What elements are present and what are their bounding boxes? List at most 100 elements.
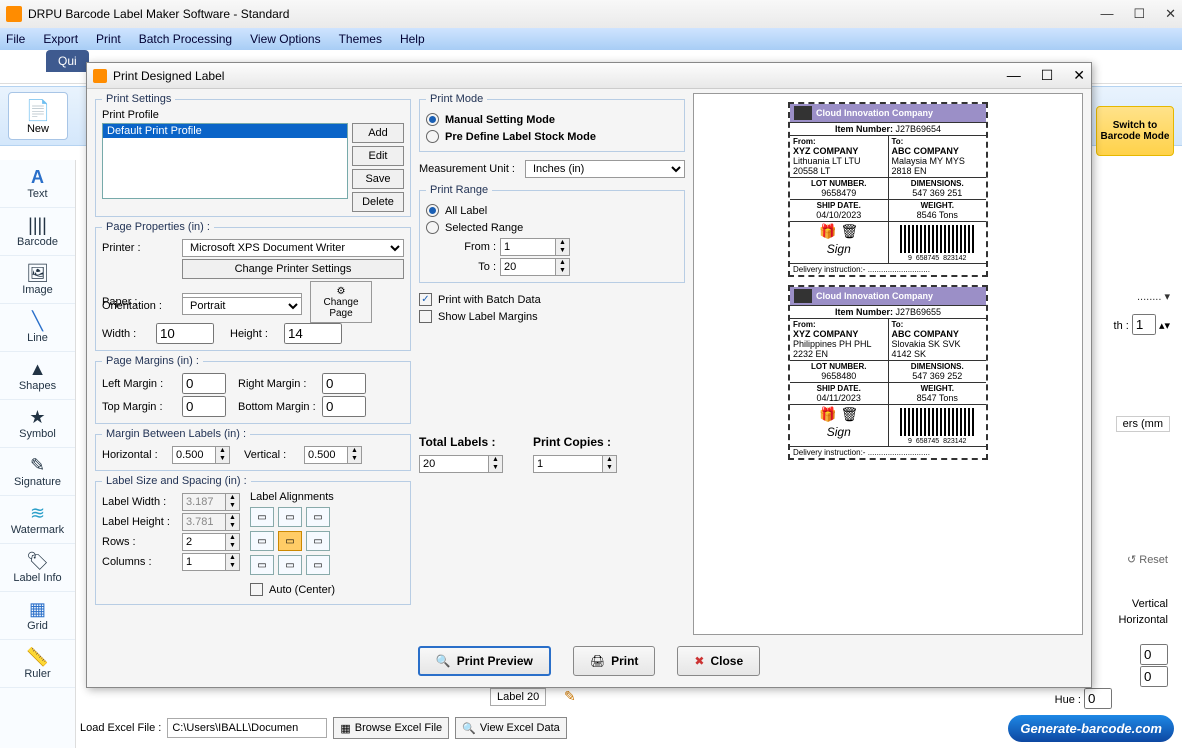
label-size-group: Label Size and Spacing (in) : Label Widt… [95,475,411,605]
menu-export[interactable]: Export [43,32,78,46]
print-button[interactable]: 🖨Print [573,646,656,676]
menu-themes[interactable]: Themes [339,32,382,46]
excel-path-field[interactable] [167,718,327,738]
align-br[interactable]: ▭ [306,555,330,575]
selected-range-radio[interactable]: Selected Range [426,221,678,234]
bottom-margin-label: Bottom Margin : [238,401,318,413]
print-preview-button[interactable]: 🔍Print Preview [418,646,551,676]
align-mr[interactable]: ▭ [306,531,330,551]
menu-file[interactable]: File [6,32,25,46]
align-mc[interactable]: ▭ [278,531,302,551]
close-x-icon: ✖ [694,654,704,668]
delete-button[interactable]: Delete [352,192,404,212]
label20-chip[interactable]: Label 20 [490,688,546,706]
rows-spinner[interactable]: ▲▼ [182,533,240,551]
tool-barcode[interactable]: ||||Barcode [0,208,75,256]
right-margin-label: Right Margin : [238,378,318,390]
label-height-spinner[interactable]: ▲▼ [182,513,240,531]
predefine-mode-radio[interactable]: Pre Define Label Stock Mode [426,130,678,143]
vert-spinner[interactable]: ▲▼ [304,446,362,464]
tool-image[interactable]: 🖼Image [0,256,75,304]
printer-icon: 🖨 [590,654,605,668]
print-batch-checkbox[interactable]: ✓Print with Batch Data [419,293,685,306]
tool-signature[interactable]: ✎Signature [0,448,75,496]
print-mode-legend: Print Mode [426,93,487,105]
bg-mm[interactable]: ers (mm [1116,416,1170,432]
print-copies-spinner[interactable]: ▲▼ [533,455,617,473]
from-spinner[interactable]: ▲▼ [500,238,570,256]
horiz-spinner[interactable]: ▲▼ [172,446,230,464]
orientation-select[interactable]: Portrait [182,297,302,315]
show-margins-checkbox[interactable]: Show Label Margins [419,310,685,323]
align-bl[interactable]: ▭ [250,555,274,575]
save-button[interactable]: Save [352,169,404,189]
maximize-icon[interactable]: ☐ [1133,6,1145,22]
magnify-icon: 🔍 [436,654,451,668]
edit-pencil-icon[interactable]: ✎ [564,688,576,705]
cols-spinner[interactable]: ▲▼ [182,553,240,571]
profile-listbox[interactable]: Default Print Profile [102,123,348,199]
tool-text[interactable]: AText [0,160,75,208]
tool-line[interactable]: ╲Line [0,304,75,352]
tool-symbol[interactable]: ★Symbol [0,400,75,448]
tool-shapes[interactable]: ▲Shapes [0,352,75,400]
profile-item[interactable]: Default Print Profile [103,124,347,138]
align-tc[interactable]: ▭ [278,507,302,527]
right-margin-field[interactable] [322,373,366,394]
view-excel-button[interactable]: 🔍View Excel Data [455,717,567,739]
quick-tab[interactable]: Qui [46,50,89,72]
manual-mode-radio[interactable]: Manual Setting Mode [426,113,678,126]
top-margin-field[interactable] [182,396,226,417]
tool-ruler[interactable]: 📏Ruler [0,640,75,688]
menu-help[interactable]: Help [400,32,425,46]
align-tr[interactable]: ▭ [306,507,330,527]
height-field[interactable] [284,323,342,344]
all-label-radio[interactable]: All Label [426,204,678,217]
total-labels-spinner[interactable]: ▲▼ [419,455,503,473]
shapes-icon: ▲ [29,359,47,380]
dialog-minimize-icon[interactable]: — [1007,67,1021,84]
align-ml[interactable]: ▭ [250,531,274,551]
margin-between-group: Margin Between Labels (in) : Horizontal … [95,428,411,471]
tool-grid[interactable]: ▦Grid [0,592,75,640]
page-props-group: Page Properties (in) : Printer :Microsof… [95,221,411,351]
menu-print[interactable]: Print [96,32,121,46]
menubar: File Export Print Batch Processing View … [0,28,1182,50]
lss-legend: Label Size and Spacing (in) : [102,475,251,487]
label-width-spinner[interactable]: ▲▼ [182,493,240,511]
left-margin-field[interactable] [182,373,226,394]
tool-watermark[interactable]: ≋Watermark [0,496,75,544]
bg-zero1 [1140,644,1168,665]
dialog-maximize-icon[interactable]: ☐ [1041,67,1054,84]
measurement-unit-select[interactable]: Inches (in) [525,160,685,178]
new-icon: 📄 [26,98,51,123]
browse-excel-button[interactable]: ▦Browse Excel File [333,717,449,739]
width-field[interactable] [156,323,214,344]
tool-labelinfo[interactable]: 🏷Label Info [0,544,75,592]
total-labels-label: Total Labels : [419,435,495,449]
add-button[interactable]: Add [352,123,404,143]
to-spinner[interactable]: ▲▼ [500,258,570,276]
margins-legend: Page Margins (in) : [102,355,203,367]
align-bc[interactable]: ▭ [278,555,302,575]
new-button[interactable]: 📄New [8,92,68,140]
menu-viewopts[interactable]: View Options [250,32,320,46]
close-icon[interactable]: ✕ [1165,6,1176,22]
switch-mode-button[interactable]: Switch to Barcode Mode [1096,106,1174,156]
width-label: Width : [102,328,152,340]
bg-reset[interactable]: ↺ Reset [1127,553,1168,566]
minimize-icon[interactable]: — [1100,6,1113,22]
auto-center-checkbox[interactable]: Auto (Center) [250,583,335,596]
dialog-close-icon[interactable]: ✕ [1073,67,1085,84]
change-printer-button[interactable]: Change Printer Settings [182,259,404,279]
change-page-button[interactable]: ⚙Change Page [310,281,372,323]
bottom-margin-field[interactable] [322,396,366,417]
bg-width: th : ▴▾ [1114,314,1170,335]
printer-select[interactable]: Microsoft XPS Document Writer [182,239,404,257]
edit-button[interactable]: Edit [352,146,404,166]
align-tl[interactable]: ▭ [250,507,274,527]
close-button[interactable]: ✖Close [677,646,760,676]
print-mode-group: Print Mode Manual Setting Mode Pre Defin… [419,93,685,152]
menu-batch[interactable]: Batch Processing [139,32,232,46]
print-settings-legend: Print Settings [102,93,175,105]
